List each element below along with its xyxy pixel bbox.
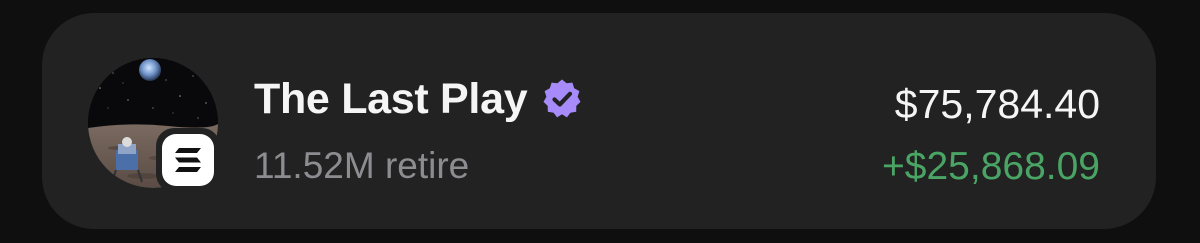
token-name: The Last Play bbox=[254, 74, 528, 123]
chain-badge bbox=[156, 128, 220, 192]
token-card[interactable]: The Last Play 11.52M retire $75,784.40 +… bbox=[42, 13, 1156, 229]
token-title-row: The Last Play bbox=[254, 71, 583, 127]
token-holdings: 11.52M retire bbox=[254, 145, 470, 186]
token-pnl: +$25,868.09 bbox=[882, 145, 1100, 188]
token-value: $75,784.40 bbox=[894, 81, 1100, 127]
token-avatar-group bbox=[88, 58, 220, 192]
solana-icon bbox=[162, 134, 214, 186]
verified-badge-icon bbox=[541, 78, 583, 120]
